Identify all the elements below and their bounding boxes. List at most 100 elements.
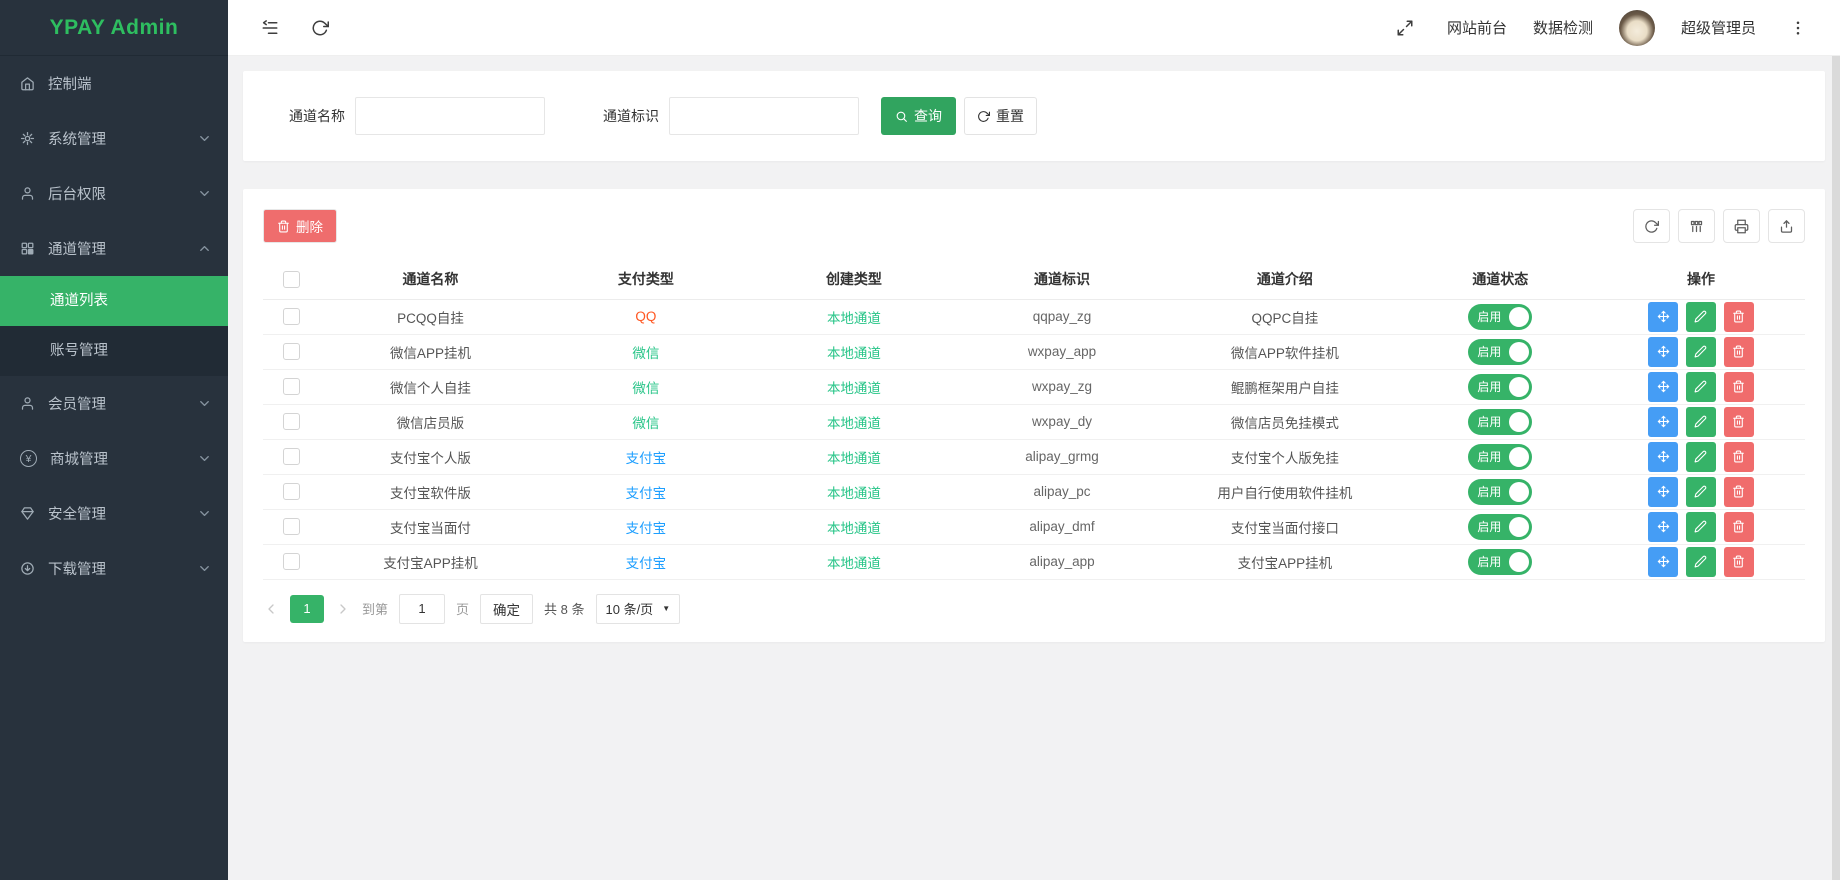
user-icon [20,396,35,411]
cell-desc: 支付宝当面付接口 [1166,509,1404,544]
edit-row-button[interactable] [1686,477,1716,507]
cell-pay-type: 支付宝 [542,439,750,474]
delete-row-button[interactable] [1724,337,1754,367]
chevron-down-icon [197,396,212,411]
status-toggle[interactable]: 启用 [1468,339,1532,365]
move-row-button[interactable] [1648,407,1678,437]
status-toggle[interactable]: 启用 [1468,304,1532,330]
status-toggle[interactable]: 启用 [1468,514,1532,540]
move-row-button[interactable] [1648,477,1678,507]
column-filter-button[interactable] [1678,209,1715,243]
row-checkbox[interactable] [283,483,300,500]
channel-code-input[interactable] [669,97,859,135]
cell-pay-type: QQ [542,299,750,334]
delete-row-button[interactable] [1724,407,1754,437]
select-all-checkbox[interactable] [283,271,300,288]
sidebar-item-members[interactable]: 会员管理 [0,376,228,431]
move-row-button[interactable] [1648,512,1678,542]
sidebar-item-mall[interactable]: ¥ 商城管理 [0,431,228,486]
status-toggle[interactable]: 启用 [1468,479,1532,505]
edit-row-button[interactable] [1686,442,1716,472]
print-button[interactable] [1723,209,1760,243]
status-toggle[interactable]: 启用 [1468,374,1532,400]
cell-desc: 鲲鹏框架用户自挂 [1166,369,1404,404]
sidebar-item-channel-management[interactable]: 通道管理 [0,221,228,276]
row-checkbox[interactable] [283,518,300,535]
vertical-scrollbar[interactable] [1832,56,1840,880]
page-1-button[interactable]: 1 [290,595,324,623]
export-button[interactable] [1768,209,1805,243]
pencil-icon [1694,485,1707,498]
toggle-knob [1509,447,1529,467]
row-checkbox[interactable] [283,413,300,430]
pagination: 1 到第 页 确定 共 8 条 10 条/页 ▼ [263,594,1805,624]
delete-row-button[interactable] [1724,442,1754,472]
status-toggle[interactable]: 启用 [1468,549,1532,575]
chevron-up-icon [197,241,212,256]
bulk-delete-button[interactable]: 删除 [263,209,337,243]
edit-row-button[interactable] [1686,407,1716,437]
cell-code: qqpay_zg [958,299,1166,334]
channel-table: 通道名称 支付类型 创建类型 通道标识 通道介绍 通道状态 操作 PCQQ自挂 [263,259,1805,580]
channel-name-label: 通道名称 [289,106,345,126]
data-check-link[interactable]: 数据检测 [1533,17,1593,38]
goto-confirm-button[interactable]: 确定 [480,594,533,624]
table-refresh-button[interactable] [1633,209,1670,243]
username[interactable]: 超级管理员 [1681,17,1756,38]
move-row-button[interactable] [1648,372,1678,402]
move-icon [1657,520,1670,533]
page-size-select[interactable]: 10 条/页 ▼ [596,594,681,624]
row-checkbox[interactable] [283,343,300,360]
content: 通道名称 通道标识 查询 重置 删除 [228,56,1840,880]
pencil-icon [1694,345,1707,358]
sidebar-item-downloads[interactable]: 下载管理 [0,541,228,596]
header-actions: 操作 [1597,259,1805,299]
edit-row-button[interactable] [1686,512,1716,542]
edit-row-button[interactable] [1686,337,1716,367]
delete-row-button[interactable] [1724,477,1754,507]
trash-icon [1732,310,1745,323]
move-row-button[interactable] [1648,442,1678,472]
delete-row-button[interactable] [1724,372,1754,402]
status-toggle[interactable]: 启用 [1468,444,1532,470]
row-checkbox[interactable] [283,308,300,325]
edit-row-button[interactable] [1686,372,1716,402]
refresh-page-button[interactable] [304,12,336,44]
sidebar-item-dashboard[interactable]: 控制端 [0,56,228,111]
cell-create-type: 本地通道 [750,544,958,579]
row-checkbox[interactable] [283,553,300,570]
move-icon [1657,485,1670,498]
sidebar-item-account-management[interactable]: 账号管理 [0,326,228,376]
sidebar-item-channel-list[interactable]: 通道列表 [0,276,228,326]
delete-row-button[interactable] [1724,302,1754,332]
move-row-button[interactable] [1648,547,1678,577]
delete-row-button[interactable] [1724,512,1754,542]
more-menu-button[interactable] [1782,12,1814,44]
sidebar-item-system[interactable]: 系统管理 [0,111,228,166]
sidebar-item-admin-rights[interactable]: 后台权限 [0,166,228,221]
delete-row-button[interactable] [1724,547,1754,577]
channel-name-input[interactable] [355,97,545,135]
table-row: 支付宝软件版 支付宝 本地通道 alipay_pc 用户自行使用软件挂机 启用 [263,474,1805,509]
status-toggle[interactable]: 启用 [1468,409,1532,435]
move-row-button[interactable] [1648,337,1678,367]
edit-row-button[interactable] [1686,302,1716,332]
cell-name: 微信店员版 [319,404,542,439]
fullscreen-button[interactable] [1389,12,1421,44]
move-row-button[interactable] [1648,302,1678,332]
site-front-link[interactable]: 网站前台 [1447,17,1507,38]
sidebar-item-security[interactable]: 安全管理 [0,486,228,541]
cell-name: 微信APP挂机 [319,334,542,369]
prev-page-icon[interactable] [263,601,279,617]
cell-create-type: 本地通道 [750,334,958,369]
reset-button[interactable]: 重置 [964,97,1037,135]
row-checkbox[interactable] [283,448,300,465]
goto-page-input[interactable] [399,594,445,624]
next-page-icon[interactable] [335,601,351,617]
user-avatar[interactable] [1619,10,1655,46]
cell-code: alipay_pc [958,474,1166,509]
edit-row-button[interactable] [1686,547,1716,577]
row-checkbox[interactable] [283,378,300,395]
collapse-sidebar-button[interactable] [254,12,286,44]
search-button[interactable]: 查询 [881,97,956,135]
